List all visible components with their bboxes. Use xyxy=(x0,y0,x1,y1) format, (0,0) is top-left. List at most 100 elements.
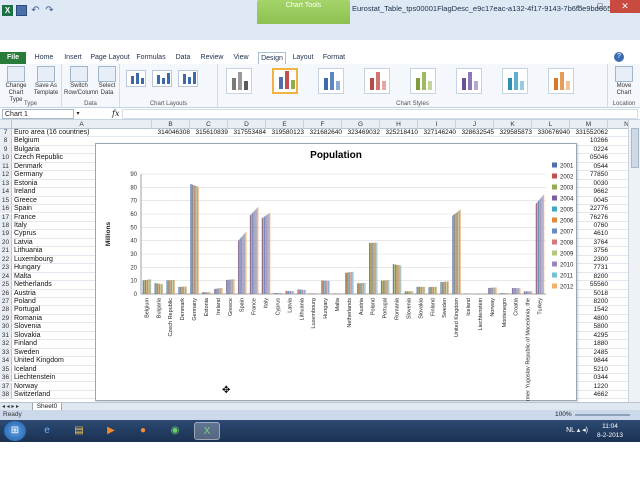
chart-layout-3[interactable] xyxy=(178,70,198,87)
value-cell[interactable]: 315610839 xyxy=(190,129,228,137)
value-cell-m[interactable]: 4662 xyxy=(578,391,608,399)
country-cell[interactable]: Latvia xyxy=(14,239,33,247)
country-cell[interactable]: Hungary xyxy=(14,264,40,272)
chart-style-1[interactable] xyxy=(226,68,252,94)
zoom-level[interactable]: 100% xyxy=(555,410,572,420)
value-cell[interactable]: 325218410 xyxy=(380,129,418,137)
country-cell[interactable]: Luxembourg xyxy=(14,256,53,264)
row-number[interactable]: 14 xyxy=(0,188,12,196)
row-number[interactable]: 15 xyxy=(0,196,12,205)
row-number[interactable]: 30 xyxy=(0,323,12,331)
country-cell[interactable]: Estonia xyxy=(14,180,37,188)
row-number[interactable]: 21 xyxy=(0,247,12,255)
select-all-corner[interactable] xyxy=(0,120,12,129)
row-number[interactable]: 18 xyxy=(0,221,12,230)
value-cell[interactable]: 329585873 xyxy=(494,129,532,137)
value-cell-m[interactable]: 4610 xyxy=(578,230,608,238)
tab-file[interactable]: File xyxy=(0,52,26,64)
row-number[interactable]: 36 xyxy=(0,374,12,382)
row-number[interactable]: 24 xyxy=(0,272,12,281)
column-header-h[interactable]: H xyxy=(380,120,418,129)
value-cell-m[interactable]: 0344 xyxy=(578,374,608,382)
tab-layout[interactable]: Layout xyxy=(290,52,316,64)
minimize-button[interactable]: − xyxy=(570,0,590,13)
table-row[interactable]: 7 Euro area (16 countries) 314046308 315610… xyxy=(0,129,628,138)
value-cell-m[interactable]: 1220 xyxy=(578,383,608,391)
chart-layout-2[interactable] xyxy=(152,70,172,87)
value-cell-m[interactable]: 0760 xyxy=(578,222,608,230)
value-cell-m[interactable]: 4800 xyxy=(578,315,608,323)
country-cell[interactable]: Euro area (16 countries) xyxy=(14,129,89,137)
row-number[interactable]: 13 xyxy=(0,179,12,188)
select-data-button[interactable]: Select Data xyxy=(96,66,118,97)
column-header-j[interactable]: J xyxy=(456,120,494,129)
row-number[interactable]: 11 xyxy=(0,162,12,171)
start-button[interactable]: ⊞ xyxy=(4,421,26,441)
clock[interactable]: 11:04 8-2-2013 xyxy=(590,422,630,440)
country-cell[interactable]: Slovenia xyxy=(14,323,41,331)
column-header-c[interactable]: C xyxy=(190,120,228,129)
value-cell-m[interactable]: 2485 xyxy=(578,349,608,357)
value-cell-m[interactable]: 0544 xyxy=(578,163,608,171)
chart-style-7[interactable] xyxy=(502,68,528,94)
row-number[interactable]: 33 xyxy=(0,348,12,357)
country-cell[interactable]: Belgium xyxy=(14,137,39,145)
row-number[interactable]: 23 xyxy=(0,264,12,272)
row-number[interactable]: 29 xyxy=(0,314,12,323)
save-icon[interactable] xyxy=(16,4,27,16)
tab-insert[interactable]: Insert xyxy=(60,52,86,64)
row-number[interactable]: 10 xyxy=(0,154,12,162)
insert-function-icon[interactable]: fx xyxy=(112,108,119,120)
move-chart-button[interactable]: Move Chart xyxy=(612,66,636,97)
tab-page-layout[interactable]: Page Layout xyxy=(90,52,130,64)
country-cell[interactable]: Cyprus xyxy=(14,230,36,238)
country-cell[interactable]: France xyxy=(14,214,36,222)
column-header-m[interactable]: M xyxy=(570,120,608,129)
row-number[interactable]: 17 xyxy=(0,213,12,221)
row-number[interactable]: 32 xyxy=(0,340,12,348)
undo-icon[interactable]: ↶ xyxy=(30,5,41,16)
maximize-button[interactable]: □ xyxy=(590,0,610,13)
tab-formulas[interactable]: Formulas xyxy=(134,52,168,64)
column-header-i[interactable]: I xyxy=(418,120,456,129)
value-cell-m[interactable]: 0030 xyxy=(578,180,608,188)
value-cell-m[interactable]: 1542 xyxy=(578,306,608,314)
value-cell-m[interactable]: 55560 xyxy=(578,281,608,289)
value-cell[interactable]: 314046308 xyxy=(152,129,190,137)
chart-style-4[interactable] xyxy=(364,68,390,94)
file-explorer-icon[interactable]: ▤ xyxy=(66,422,92,440)
chrome-icon[interactable]: ◉ xyxy=(162,422,188,440)
value-cell[interactable]: 319580123 xyxy=(266,129,304,137)
value-cell-m[interactable]: 5018 xyxy=(578,290,608,298)
value-cell-m[interactable]: 1880 xyxy=(578,340,608,348)
value-cell-m[interactable]: 3764 xyxy=(578,239,608,247)
value-cell[interactable]: 328632545 xyxy=(456,129,494,137)
row-number[interactable]: 31 xyxy=(0,331,12,340)
row-number[interactable]: 22 xyxy=(0,255,12,264)
help-icon[interactable]: ? xyxy=(614,52,624,62)
value-cell[interactable]: 331552062 xyxy=(570,129,608,137)
column-header-f[interactable]: F xyxy=(304,120,342,129)
value-cell-m[interactable]: 05046 xyxy=(578,154,608,162)
country-cell[interactable]: Spain xyxy=(14,205,32,213)
value-cell-m[interactable]: 5800 xyxy=(578,323,608,331)
media-player-icon[interactable]: ▶ xyxy=(98,422,124,440)
country-cell[interactable]: Czech Republic xyxy=(14,154,63,162)
close-button[interactable]: ✕ xyxy=(610,0,640,13)
country-cell[interactable]: Austria xyxy=(14,290,36,298)
column-header-d[interactable]: D xyxy=(228,120,266,129)
value-cell[interactable]: 321682640 xyxy=(304,129,342,137)
zoom-slider[interactable] xyxy=(575,414,630,416)
name-box[interactable]: Chart 1 xyxy=(2,109,74,119)
country-cell[interactable]: Romania xyxy=(14,315,42,323)
internet-explorer-icon[interactable]: e xyxy=(34,422,60,440)
country-cell[interactable]: Denmark xyxy=(14,163,42,171)
row-number[interactable]: 37 xyxy=(0,382,12,390)
value-cell[interactable]: 317553484 xyxy=(228,129,266,137)
row-number[interactable]: 34 xyxy=(0,357,12,365)
country-cell[interactable]: Finland xyxy=(14,340,37,348)
row-number[interactable]: 19 xyxy=(0,230,12,238)
vertical-scrollbar[interactable] xyxy=(628,120,640,404)
row-number[interactable]: 7 xyxy=(0,129,12,137)
firefox-icon[interactable]: ● xyxy=(130,422,156,440)
